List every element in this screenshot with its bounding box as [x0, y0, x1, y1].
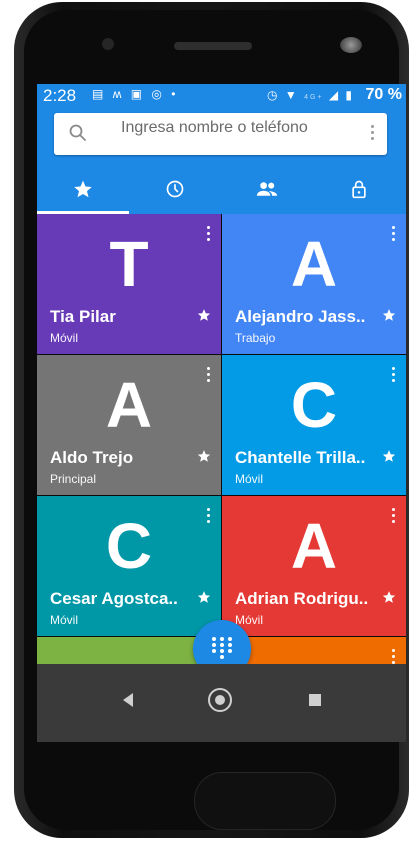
contact-phone-type: Trabajo	[235, 331, 276, 345]
alarm-icon: ◷	[267, 88, 280, 102]
tab-favorites[interactable]	[37, 164, 129, 214]
favorite-star-icon	[382, 309, 396, 321]
contact-name: Aldo Trejo	[50, 448, 134, 467]
proximity-sensor	[340, 37, 362, 53]
navigation-bar	[37, 664, 406, 742]
contact-initial: A	[105, 369, 153, 441]
status-bar: 2:28 ▤ ʍ ▣ ◎ • ◷ ▼ 4G+ ◢ ▮ 70 %	[37, 84, 406, 108]
contact-menu-icon[interactable]	[207, 226, 211, 244]
recent-apps-icon[interactable]	[309, 694, 321, 706]
search-icon	[69, 124, 86, 141]
contact-phone-type: Móvil	[235, 472, 264, 486]
dot-icon: •	[171, 87, 179, 101]
fingerprint-sensor	[194, 772, 336, 830]
instagram-icon: ◎	[151, 87, 165, 101]
favorites-grid: T Tia Pilar Móvil A Alejandro Jass.. Trabajo…	[37, 214, 406, 742]
tab-contacts[interactable]	[221, 164, 313, 214]
front-camera	[102, 38, 114, 50]
contact-tile[interactable]: A Aldo Trejo Principal	[37, 355, 221, 495]
contact-menu-icon[interactable]	[392, 226, 396, 244]
message-icon: ▤	[92, 87, 107, 101]
status-time: 2:28	[43, 86, 77, 105]
contact-name: Adrian Rodrigu..	[235, 589, 369, 608]
contact-name: Cesar Agostca..	[50, 589, 178, 608]
image-icon: ▣	[130, 87, 146, 101]
contact-menu-icon[interactable]	[392, 367, 396, 385]
4g-lte-icon: 4G+	[304, 94, 324, 101]
star-icon	[74, 180, 92, 198]
favorite-star-icon	[382, 591, 396, 603]
home-icon[interactable]	[208, 688, 232, 712]
contact-tile[interactable]: T Tia Pilar Móvil	[37, 214, 221, 354]
contact-tile[interactable]: A Adrian Rodrigu.. Móvil	[222, 496, 406, 636]
clock-icon	[166, 180, 184, 198]
contact-phone-type: Principal	[50, 472, 97, 486]
battery-icon: ▮	[345, 88, 355, 102]
dialpad-icon	[212, 637, 232, 659]
contact-initial: T	[109, 228, 149, 300]
tab-private[interactable]	[313, 164, 405, 214]
favorite-star-icon	[197, 450, 211, 462]
gmail-icon: ʍ	[112, 87, 125, 101]
favorite-star-icon	[382, 450, 396, 462]
contact-menu-icon[interactable]	[207, 508, 211, 526]
earpiece-speaker	[174, 42, 252, 50]
search-placeholder: Ingresa nombre o teléfono	[121, 119, 308, 136]
contact-name: Chantelle Trilla..	[235, 448, 366, 467]
contact-tile[interactable]: C Chantelle Trilla.. Móvil	[222, 355, 406, 495]
contact-initial: C	[290, 369, 338, 441]
wifi-icon: ▼	[284, 88, 299, 102]
favorite-star-icon	[197, 591, 211, 603]
contact-initial: C	[105, 510, 153, 582]
people-icon	[256, 182, 278, 196]
overflow-menu-icon[interactable]	[371, 125, 375, 143]
contact-name: Tia Pilar	[50, 307, 116, 326]
app-bar: Ingresa nombre o teléfono	[37, 108, 406, 164]
back-icon[interactable]	[121, 692, 135, 708]
notification-icons: ▤ ʍ ▣ ◎ •	[92, 87, 178, 101]
contact-tile[interactable]: C Cesar Agostca.. Móvil	[37, 496, 221, 636]
contact-initial: A	[290, 228, 338, 300]
tab-recents[interactable]	[129, 164, 221, 214]
contact-menu-icon[interactable]	[392, 508, 396, 526]
signal-icon: ◢	[328, 88, 341, 102]
tab-bar	[37, 164, 406, 214]
contact-initial: A	[290, 510, 338, 582]
contact-tile[interactable]: A Alejandro Jass.. Trabajo	[222, 214, 406, 354]
lock-icon	[352, 180, 366, 199]
system-icons: ◷ ▼ 4G+ ◢ ▮	[267, 88, 354, 102]
contact-phone-type: Móvil	[50, 613, 79, 627]
favorite-star-icon	[197, 309, 211, 321]
contact-name: Alejandro Jass..	[235, 307, 366, 326]
search-input[interactable]: Ingresa nombre o teléfono	[54, 113, 387, 155]
contact-phone-type: Móvil	[50, 331, 79, 345]
battery-level: 70 %	[365, 86, 402, 103]
screen: 2:28 ▤ ʍ ▣ ◎ • ◷ ▼ 4G+ ◢ ▮ 70 % Ingresa …	[37, 84, 406, 742]
contact-menu-icon[interactable]	[207, 367, 211, 385]
